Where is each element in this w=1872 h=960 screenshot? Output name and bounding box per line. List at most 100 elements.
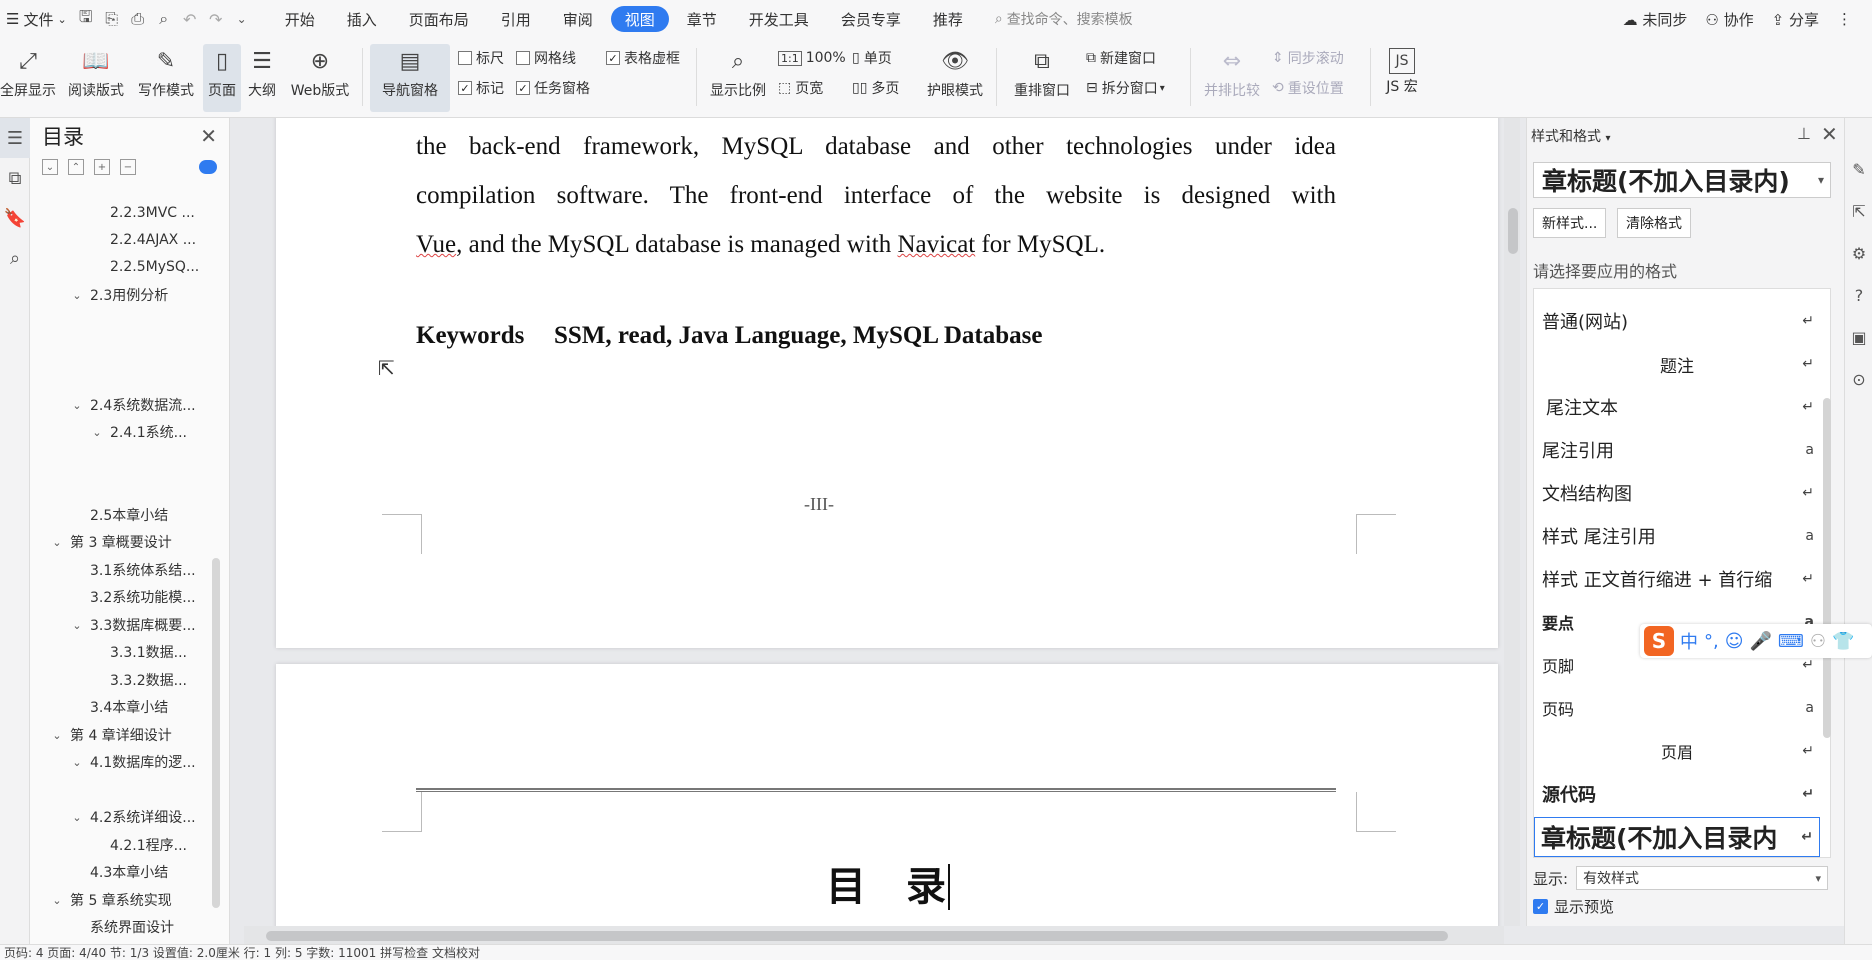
clear-format-button[interactable]: 清除格式 [1617,208,1691,238]
toc-item[interactable]: 系统界面设计 [90,916,174,938]
tab-insert[interactable]: 插入 [333,6,391,32]
toc-item[interactable]: 4.2.1程序... [110,834,187,856]
task-pane-checkbox[interactable]: ✓ 任务窗格 [516,76,590,100]
sync-scroll-button[interactable]: ⇕ 同步滚动 [1272,46,1344,70]
help-icon[interactable]: ? [1845,274,1872,316]
eye-care-button[interactable]: 👁 护眼模式 [922,44,988,112]
file-menu[interactable]: ☰ 文件 ⌄ [0,0,73,38]
rearrange-windows-button[interactable]: ⧉ 重排窗口 [1004,44,1080,112]
tab-home[interactable]: 开始 [271,6,329,32]
fullscreen-button[interactable]: ⤢ 全屏显示 [0,44,56,112]
toc-icon[interactable]: ☰ [0,118,30,158]
page-layout-view-button[interactable]: ▯ 页面 [203,44,241,112]
ruler-checkbox[interactable]: 标尺 [458,46,504,70]
collapse-all-icon[interactable]: ⌄ [42,159,58,175]
toc-item[interactable]: ⌄ 2.4系统数据流... [70,394,195,416]
add-heading-icon[interactable]: + [94,159,110,175]
styles-panel-title[interactable]: 样式和格式 ▾ [1531,126,1610,146]
collaborate-button[interactable]: ⚇ 协作 [1705,9,1753,30]
style-item[interactable]: 页码 a [1534,688,1820,728]
share-button[interactable]: ⇪ 分享 [1772,9,1819,30]
user-icon[interactable]: ⚇ [1810,631,1826,652]
toc-item[interactable]: ⌄ 3.3数据库概要... [70,614,195,636]
toc-item[interactable]: ⌄ 4.2系统详细设... [70,806,195,828]
writing-mode-button[interactable]: ✎ 写作模式 [134,44,198,112]
select-icon[interactable]: ⇱ [1845,190,1872,232]
toc-item[interactable]: 3.1系统体系结... [90,559,196,581]
pin-icon[interactable]: ⊥ [1797,124,1811,143]
split-window-button[interactable]: ⊟ 拆分窗口 ▾ [1086,76,1165,100]
toc-item[interactable]: 2.2.5MySQ... [110,256,199,278]
tab-view[interactable]: 视图 [610,6,669,32]
style-pen-icon[interactable]: ✎ [1845,148,1872,190]
microphone-icon[interactable]: 🎤 [1750,631,1772,652]
chevron-down-icon[interactable]: ⌄ [90,426,104,439]
abstract-line[interactable]: the back-end framework, MySQL database a… [416,122,1336,171]
toc-item[interactable]: 2.5本章小结 [90,504,168,526]
style-item[interactable]: 尾注引用 a [1534,430,1820,470]
share-icon[interactable]: ⊙ [1845,358,1872,400]
command-search[interactable]: ⌕ 查找命令、搜索模板 [995,9,1133,29]
toc-item[interactable]: ⌄ 第 4 章详细设计 [50,724,171,746]
toc-item[interactable]: 3.3.1数据... [110,641,187,663]
print-icon[interactable]: ⎙ [125,0,151,38]
status-text[interactable]: 页码: 4 页面: 4/40 节: 1/3 设置值: 2.0厘米 行: 1 列:… [4,945,480,960]
zoom-100-button[interactable]: 1:1 100% [778,46,846,70]
toggle-icon[interactable] [199,160,217,174]
scroll-thumb[interactable] [266,931,1448,941]
toc-item[interactable]: 3.2系统功能模... [90,586,196,608]
expand-all-icon[interactable]: ⌃ [68,159,84,175]
page-width-button[interactable]: ⬚ 页宽 [778,76,823,100]
chevron-down-icon[interactable]: ⌄ [50,536,64,549]
style-list-scrollbar[interactable] [1823,398,1831,738]
save-icon[interactable]: 🖫 [73,0,99,38]
table-gridlines-checkbox[interactable]: ✓ 表格虚框 [606,46,680,70]
redo-icon[interactable]: ↷ [203,0,229,38]
toc-item[interactable]: 2.2.4AJAX ... [110,229,196,251]
style-item[interactable]: 页眉 ↵ [1534,731,1820,771]
undo-icon[interactable]: ↶ [177,0,203,38]
settings-icon[interactable]: ⚙ [1845,232,1872,274]
toc-item[interactable]: 3.4本章小结 [90,696,168,718]
new-window-button[interactable]: ⧉ 新建窗口 [1086,46,1156,70]
gridlines-checkbox[interactable]: 网格线 [516,46,576,70]
chevron-down-icon[interactable]: ⌄ [70,289,84,302]
toc-item[interactable]: ⌄ 第 5 章系统实现 [50,889,171,911]
bookmark-icon[interactable]: 🔖 [0,198,30,238]
toc-heading[interactable]: 目 录​ [826,854,950,912]
chevron-down-icon[interactable]: ⌄ [50,894,64,907]
nav-pane-button[interactable]: ▤ 导航窗格 [370,44,450,112]
search-icon[interactable]: ⌕ [0,238,30,278]
show-filter-select[interactable]: 有效样式 ▾ [1576,866,1829,890]
multi-page-button[interactable]: ▯▯ 多页 [852,76,899,100]
emoji-icon[interactable]: ☺ [1725,631,1744,652]
toc-scrollbar[interactable] [212,558,220,908]
tab-recommend[interactable]: 推荐 [919,6,977,32]
show-preview-checkbox[interactable]: ✓ 显示预览 [1533,896,1614,917]
sync-status-button[interactable]: ☁ 未同步 [1623,9,1688,30]
ime-mode[interactable]: 中 [1680,628,1698,654]
export-pdf-icon[interactable]: ⎘ [99,0,125,38]
side-by-side-button[interactable]: ⇔ 并排比较 [1198,44,1266,112]
toc-item[interactable]: ⌄ 2.4.1系统... [90,421,187,443]
chapter-icon[interactable]: ⧉ [0,158,30,198]
style-item[interactable]: 样式 尾注引用 a [1534,516,1820,556]
scroll-thumb[interactable] [1508,208,1518,254]
reading-layout-button[interactable]: 📖 阅读版式 [62,44,130,112]
punctuation-icon[interactable]: °, [1704,631,1719,652]
style-item[interactable]: 普通(网站) ↵ [1534,301,1820,341]
abstract-line[interactable]: compilation software. The front-end inte… [416,171,1336,220]
ime-logo[interactable]: S [1644,626,1674,656]
zoom-ratio-button[interactable]: ⌕ 显示比例 [706,44,770,112]
reset-position-button[interactable]: ⟲ 重设位置 [1272,76,1344,100]
single-page-button[interactable]: ▯ 单页 [852,46,892,70]
tab-review[interactable]: 审阅 [549,6,607,32]
chevron-down-icon[interactable]: ⌄ [50,729,64,742]
quick-access-more-icon[interactable]: ⌄ [229,0,255,38]
toc-item[interactable]: ⌄ 2.3用例分析 [70,284,168,306]
tab-page-layout[interactable]: 页面布局 [395,6,483,32]
chevron-down-icon[interactable]: ⌄ [70,811,84,824]
outline-view-button[interactable]: ☰ 大纲 [244,44,280,112]
print-preview-icon[interactable]: ⌕ [151,0,177,38]
tab-member[interactable]: 会员专享 [827,6,915,32]
